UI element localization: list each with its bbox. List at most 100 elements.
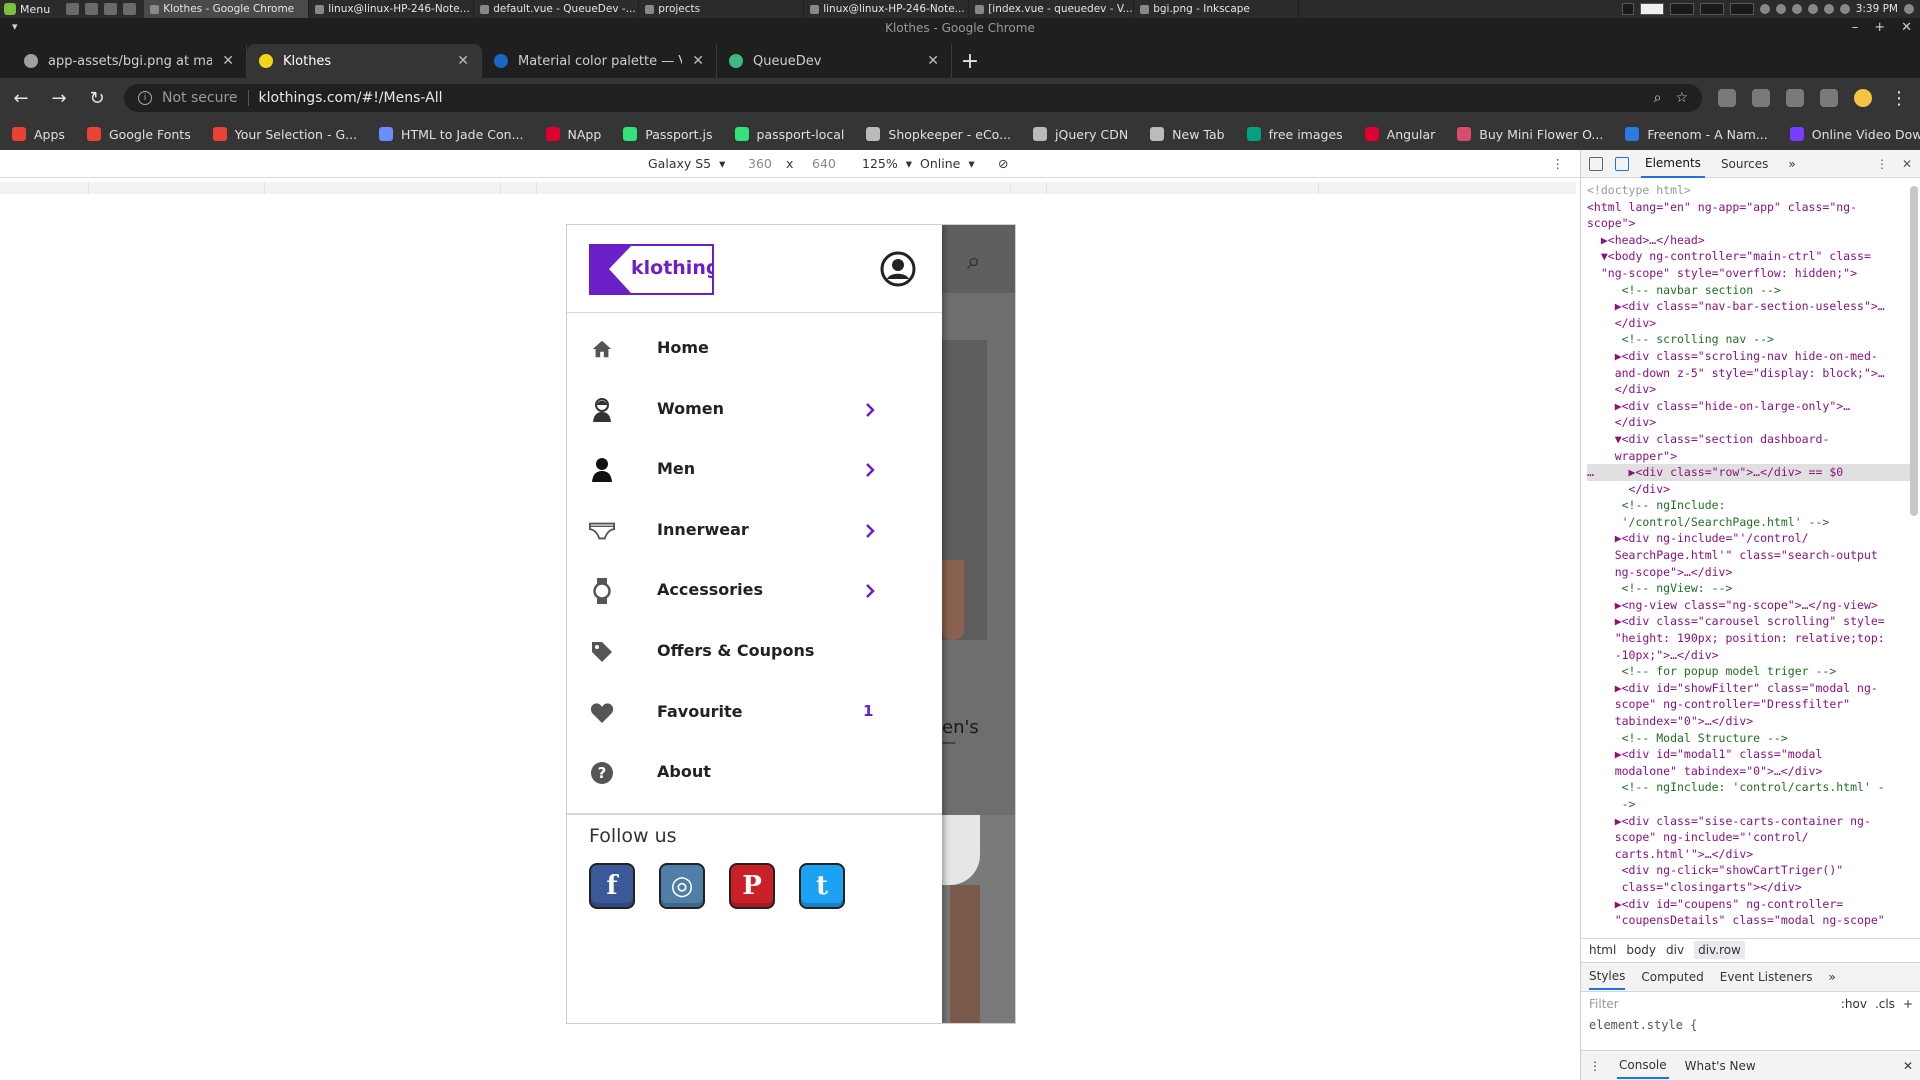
dom-line[interactable]: ▶<div id="modal1" class="modal [1587,746,1915,763]
extension-vuedevtools-icon[interactable] [1786,89,1804,107]
dom-line[interactable]: </div> [1587,481,1915,498]
tab-console[interactable]: Console [1617,1053,1669,1079]
dom-line[interactable]: ▶<head>…</head> [1587,232,1915,249]
bookmark-item[interactable]: Your Selection - G... [212,127,357,142]
address-bar[interactable]: i Not secure klothings.com/#!/Mens-All ⌕… [124,84,1702,112]
taskbar-item[interactable]: [index.vue - queuedev - V... [969,0,1135,18]
terminal-launcher-icon[interactable] [104,3,118,15]
menu-item-offers-coupons[interactable]: Offers & Coupons [567,622,942,682]
tab-whats-new[interactable]: What's New [1685,1059,1756,1073]
tab-close-icon[interactable]: ✕ [222,53,234,69]
dom-line[interactable]: ▶<div class="scroling-nav hide-on-med- [1587,348,1915,365]
bookmark-item[interactable]: Freenom - A Nam... [1625,127,1768,142]
network-chevron-icon[interactable]: ▾ [968,156,974,171]
dom-line[interactable]: <!-- navbar section --> [1587,282,1915,299]
instagram-icon[interactable]: ◎ [659,863,705,909]
dom-line[interactable]: <!-- scrolling nav --> [1587,331,1915,348]
tab-close-icon[interactable]: ✕ [457,53,469,69]
styles-filter-input[interactable]: Filter [1589,997,1833,1011]
info-icon[interactable]: i [138,91,152,105]
bookmark-item[interactable]: jQuery CDN [1033,127,1128,142]
dom-line[interactable]: <!doctype html> [1587,182,1915,199]
breadcrumb-item[interactable]: div.row [1694,940,1745,959]
taskbar-item[interactable]: default.vue - QueueDev -... [474,0,640,18]
bookmark-item[interactable]: NApp [545,127,601,142]
dom-line[interactable]: ▶<div ng-include="'/control/ [1587,530,1915,547]
bookmark-item[interactable]: HTML to Jade Con... [379,127,524,142]
tab-close-icon[interactable]: ✕ [927,53,939,69]
chevron-right-icon[interactable] [860,400,880,420]
page-search-icon[interactable]: ⌕ [967,247,980,275]
dom-line[interactable]: <!-- ngInclude: 'control/carts.html' - [1587,779,1915,796]
extension-puzzle-icon[interactable] [1820,89,1838,107]
close-window-icon[interactable]: ✕ [1901,20,1912,35]
dom-line[interactable]: tabindex="0">…</div> [1587,713,1915,730]
device-width-input[interactable]: 360 [748,156,772,171]
tab-close-icon[interactable]: ✕ [692,53,704,69]
taskbar-item[interactable]: Klothes - Google Chrome [144,0,310,18]
rotate-icon[interactable]: ⊘ [998,156,1008,171]
dom-line[interactable]: <html lang="en" ng-app="app" class="ng- [1587,199,1915,216]
media-query-ruler[interactable] [0,178,1580,200]
dom-line[interactable]: <div ng-click="showCartTriger()" [1587,862,1915,879]
menu-item-favourite[interactable]: Favourite 1 [567,683,942,743]
dom-line[interactable]: "coupensDetails" class="modal ng-scope" [1587,912,1915,929]
taskbar-item[interactable]: linux@linux-HP-246-Note... [804,0,970,18]
bookmark-item[interactable]: New Tab [1150,127,1225,142]
window-menu-chevron-icon[interactable]: ▾ [12,20,18,33]
dom-line[interactable]: scope"> [1587,215,1915,232]
workspace-4[interactable] [1729,3,1754,15]
breadcrumb-item[interactable]: html [1589,943,1616,957]
taskbar-item[interactable]: bgi.png - Inkscape [1134,0,1300,18]
device-select[interactable]: Galaxy S5 [648,156,711,171]
maximize-icon[interactable]: + [1874,20,1885,35]
element-style-rule[interactable]: element.style { [1589,1018,1697,1032]
device-toolbar-menu-icon[interactable]: ⋮ [1552,156,1565,171]
dom-line[interactable]: <!-- ngView: --> [1587,580,1915,597]
extension-1-icon[interactable] [1718,89,1736,107]
dom-line[interactable]: <!-- Modal Structure --> [1587,730,1915,747]
styles-tab[interactable]: Event Listeners [1720,970,1813,984]
dom-line[interactable]: </div> [1587,414,1915,431]
browser-tab[interactable]: Material color palette — Vuetify ✕ [482,44,717,78]
bookmark-item[interactable]: Google Fonts [86,127,191,142]
dom-line[interactable]: ▶<div class="hide-on-large-only">… [1587,398,1915,415]
dom-line[interactable]: -10px;">…</div> [1587,647,1915,664]
dom-line[interactable]: ▶<div class="sise-carts-container ng- [1587,813,1915,830]
dom-line[interactable]: … ▶<div class="row">…</div> == $0 [1587,464,1915,481]
browser-tab[interactable]: app-assets/bgi.png at master · ✕ [12,44,247,78]
facebook-icon[interactable]: f [589,863,635,909]
dom-line[interactable]: ▶<div id="showFilter" class="modal ng- [1587,680,1915,697]
dom-line[interactable]: ▶<div class="carousel scrolling" style= [1587,613,1915,630]
bookmark-item[interactable]: Shopkeeper - eCo... [866,127,1011,142]
forward-arrow-icon[interactable]: → [48,88,70,109]
dom-line[interactable]: </div> [1587,315,1915,332]
device-height-input[interactable]: 640 [812,156,836,171]
menu-item-women[interactable]: Women [567,380,942,440]
close-devtools-icon[interactable]: ✕ [1902,157,1912,171]
os-menu-button[interactable]: Menu [0,0,58,18]
inspect-element-icon[interactable] [1589,156,1603,171]
zoom-select[interactable]: 125% [862,156,898,171]
chevron-right-icon[interactable] [860,581,880,601]
dom-line[interactable]: <!-- for popup model triger --> [1587,663,1915,680]
bookmark-item[interactable]: Apps [12,127,65,142]
workspace-2[interactable] [1669,3,1694,15]
styles-tab[interactable]: Styles [1589,964,1626,990]
tray-keyboard-icon[interactable] [1621,3,1634,15]
menu-item-men[interactable]: Men [567,440,942,500]
dom-line[interactable]: "height: 190px; position: relative;top: [1587,630,1915,647]
zoom-chevron-icon[interactable]: ▾ [906,156,912,171]
hov-toggle[interactable]: :hov [1841,997,1867,1011]
back-arrow-icon[interactable]: ← [10,88,32,109]
minimize-icon[interactable]: – [1852,20,1859,35]
taskbar-item[interactable]: linux@linux-HP-246-Note... [309,0,475,18]
device-toggle-icon[interactable] [1615,156,1629,171]
dom-scrollbar[interactable] [1910,186,1918,516]
menu-item-accessories[interactable]: Accessories [567,561,942,621]
volume-tray-icon[interactable] [1904,4,1914,14]
devtools-menu-icon[interactable]: ⋮ [1876,157,1888,171]
bookmark-item[interactable]: passport-local [734,127,844,142]
dom-line[interactable]: "ng-scope" style="overflow: hidden;"> [1587,265,1915,282]
dom-line[interactable]: scope" ng-include="'control/ [1587,829,1915,846]
